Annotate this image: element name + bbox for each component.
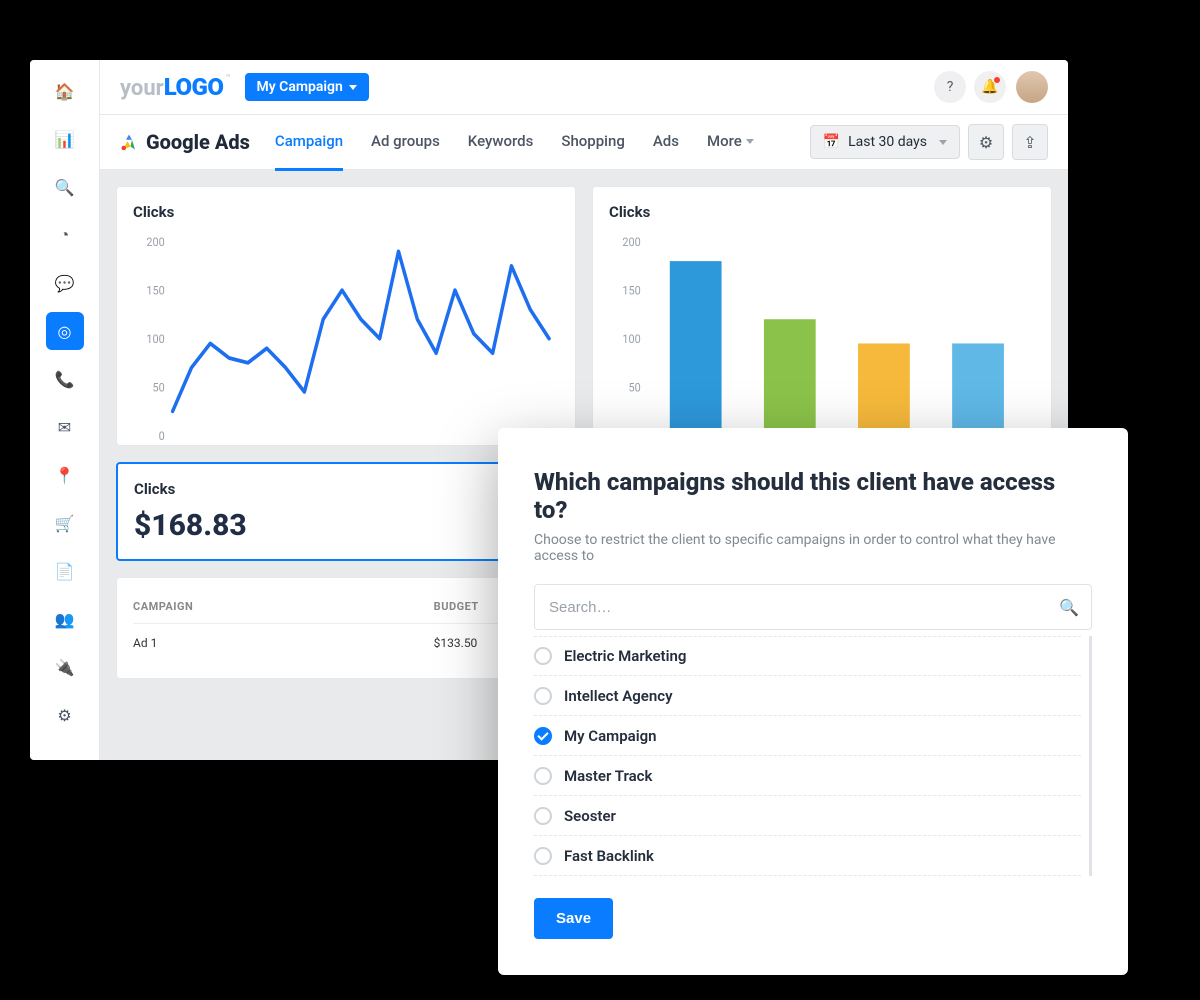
- campaign-chip-label: My Campaign: [257, 79, 343, 95]
- option-row[interactable]: Master Track: [534, 756, 1081, 796]
- option-label: Intellect Agency: [564, 687, 673, 705]
- svg-text:50: 50: [152, 380, 164, 395]
- option-label: Seoster: [564, 807, 616, 825]
- brand: Google Ads: [120, 130, 250, 154]
- option-row[interactable]: My Campaign: [534, 716, 1081, 756]
- tab-adgroups[interactable]: Ad groups: [371, 114, 440, 171]
- tab-more[interactable]: More: [707, 114, 754, 171]
- tab-ads[interactable]: Ads: [653, 114, 679, 171]
- topbar: yourLOGO™ My Campaign ? 🔔: [100, 60, 1068, 115]
- logo-part2: LOGO: [164, 73, 224, 101]
- tab-campaign[interactable]: Campaign: [275, 114, 343, 171]
- chevron-down-icon: [746, 139, 754, 144]
- sidebar-chat[interactable]: 💬: [46, 264, 84, 302]
- svg-text:50: 50: [628, 380, 640, 395]
- bar-chart-title: Clicks: [609, 203, 1035, 221]
- radio-icon: [534, 767, 552, 785]
- sidebar-integrations[interactable]: 🔌: [46, 648, 84, 686]
- svg-text:100: 100: [146, 331, 164, 346]
- radio-icon: [534, 807, 552, 825]
- radio-icon: [534, 727, 552, 745]
- help-button[interactable]: ?: [934, 71, 966, 103]
- avatar[interactable]: [1016, 71, 1048, 103]
- option-row[interactable]: Seoster: [534, 796, 1081, 836]
- svg-text:200: 200: [146, 235, 164, 250]
- search-input[interactable]: [547, 598, 1059, 617]
- subbar: Google Ads Campaign Ad groups Keywords S…: [100, 115, 1068, 170]
- sidebar-pin[interactable]: 📍: [46, 456, 84, 494]
- logo-tm: ™: [225, 73, 230, 82]
- sidebar-home[interactable]: 🏠: [46, 72, 84, 110]
- tab-shopping[interactable]: Shopping: [561, 114, 624, 171]
- calendar-icon: 📅: [823, 134, 840, 150]
- search-wrap: 🔍: [534, 584, 1092, 630]
- campaign-chip[interactable]: My Campaign: [245, 73, 369, 101]
- adjust-button[interactable]: ⚙: [968, 124, 1004, 160]
- line-chart-title: Clicks: [133, 203, 559, 221]
- sidebar-reports[interactable]: ◔: [46, 216, 84, 254]
- dialog-title: Which campaigns should this client have …: [534, 468, 1092, 524]
- sidebar: 🏠 📊 🔍 ◔ 💬 ◎ 📞 ✉ 📍 🛒 📄 👥 🔌 ⚙: [30, 60, 100, 760]
- line-chart: 0 50 100 150 200: [133, 231, 559, 457]
- sidebar-file[interactable]: 📄: [46, 552, 84, 590]
- save-button[interactable]: Save: [534, 898, 613, 939]
- option-label: Fast Backlink: [564, 847, 654, 865]
- date-range-label: Last 30 days: [848, 134, 927, 150]
- option-label: My Campaign: [564, 727, 657, 745]
- sidebar-phone[interactable]: 📞: [46, 360, 84, 398]
- kpi-1-title: Clicks: [134, 480, 559, 498]
- option-label: Electric Marketing: [564, 647, 686, 665]
- option-row[interactable]: Fast Backlink: [534, 836, 1081, 876]
- options-list: Electric Marketing Intellect Agency My Cam…: [534, 636, 1092, 876]
- th-campaign: CAMPAIGN: [133, 600, 434, 613]
- bar-chart: 050100150200: [609, 231, 1035, 457]
- radio-icon: [534, 647, 552, 665]
- sidebar-mail[interactable]: ✉: [46, 408, 84, 446]
- sidebar-target[interactable]: ◎: [46, 312, 84, 350]
- svg-text:150: 150: [622, 283, 640, 298]
- option-row[interactable]: Intellect Agency: [534, 676, 1081, 716]
- logo: yourLOGO™: [120, 73, 231, 101]
- notifications-button[interactable]: 🔔: [974, 71, 1006, 103]
- option-label: Master Track: [564, 767, 652, 785]
- svg-text:0: 0: [159, 428, 165, 443]
- chevron-down-icon: [349, 85, 357, 90]
- option-row[interactable]: Electric Marketing: [534, 636, 1081, 676]
- bar-chart-card: Clicks 050100150200: [592, 186, 1052, 446]
- kpi-1-value: $168.83: [134, 508, 559, 543]
- svg-text:200: 200: [622, 235, 640, 250]
- notification-dot-icon: [994, 77, 1000, 83]
- radio-icon: [534, 687, 552, 705]
- access-dialog: Which campaigns should this client have …: [498, 428, 1128, 975]
- svg-text:150: 150: [146, 283, 164, 298]
- dialog-subtitle: Choose to restrict the client to specifi…: [534, 532, 1092, 564]
- sidebar-users[interactable]: 👥: [46, 600, 84, 638]
- date-range-picker[interactable]: 📅 Last 30 days: [810, 125, 960, 159]
- google-ads-icon: [120, 133, 138, 151]
- sidebar-search[interactable]: 🔍: [46, 168, 84, 206]
- line-chart-card: Clicks 0 50 100 150 200: [116, 186, 576, 446]
- tab-keywords[interactable]: Keywords: [468, 114, 534, 171]
- tabs: Campaign Ad groups Keywords Shopping Ads…: [275, 114, 754, 171]
- sidebar-dashboard[interactable]: 📊: [46, 120, 84, 158]
- share-button[interactable]: ⇪: [1012, 124, 1048, 160]
- search-icon: 🔍: [1059, 598, 1079, 617]
- td-campaign: Ad 1: [133, 636, 434, 650]
- logo-part1: your: [120, 76, 164, 101]
- radio-icon: [534, 847, 552, 865]
- brand-label: Google Ads: [146, 130, 250, 154]
- chevron-down-icon: [939, 140, 947, 145]
- tab-more-label: More: [707, 132, 742, 150]
- sidebar-cart[interactable]: 🛒: [46, 504, 84, 542]
- sidebar-settings[interactable]: ⚙: [46, 696, 84, 734]
- svg-text:100: 100: [622, 331, 640, 346]
